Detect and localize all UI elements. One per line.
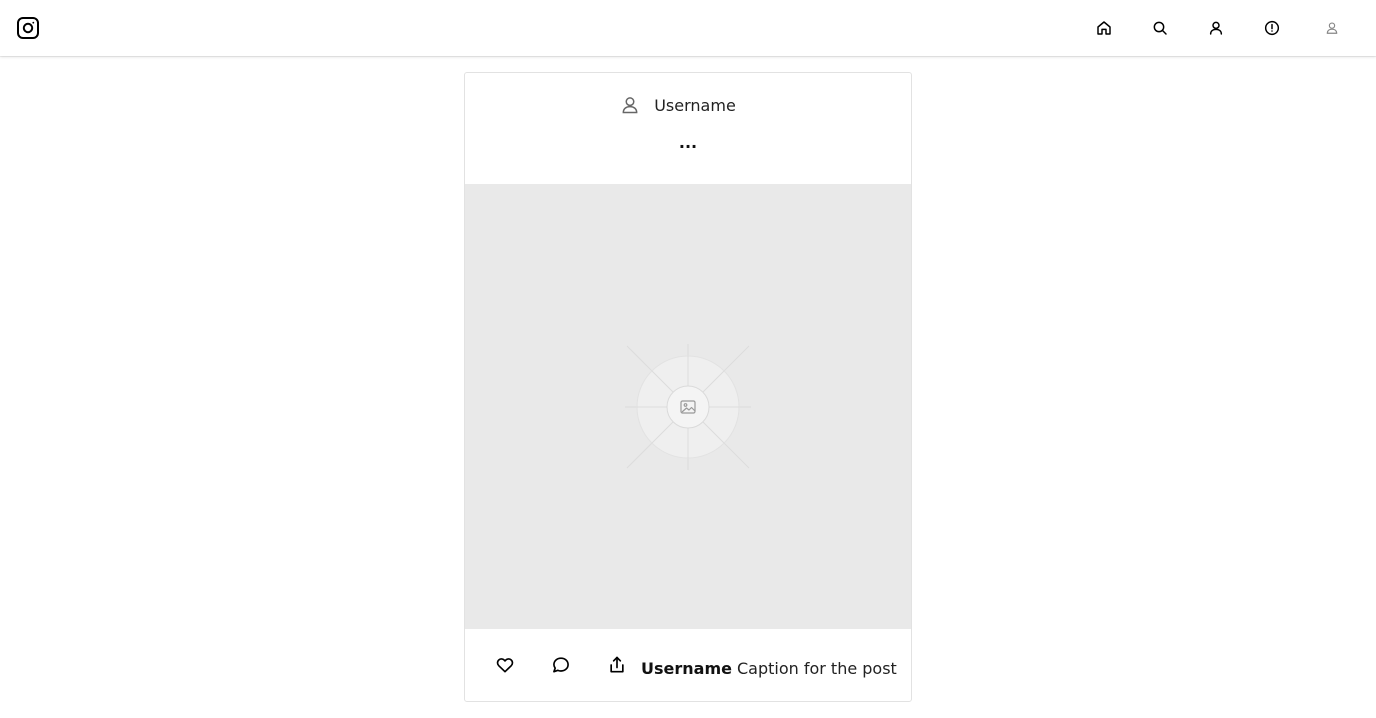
post-caption: Username Caption for the post (641, 659, 897, 678)
share-icon[interactable] (607, 655, 627, 675)
caption-username[interactable]: Username (641, 659, 732, 678)
user-icon[interactable] (1206, 18, 1226, 38)
home-icon[interactable] (1094, 18, 1114, 38)
top-navigation-bar (0, 0, 1376, 56)
post-card: Username ... Username Caption for the po… (464, 72, 912, 702)
post-image (465, 184, 911, 629)
avatar-icon[interactable] (1322, 18, 1342, 38)
image-placeholder-graphic (625, 344, 751, 470)
alert-circle-icon[interactable] (1262, 18, 1282, 38)
heart-icon[interactable] (495, 655, 515, 675)
instagram-logo-icon[interactable] (16, 16, 40, 40)
post-user-row[interactable]: Username (465, 95, 911, 115)
post-username[interactable]: Username (654, 96, 736, 115)
more-options-button[interactable]: ... (465, 135, 911, 151)
caption-text: Caption for the post (736, 659, 897, 678)
comment-icon[interactable] (551, 655, 571, 675)
user-icon (620, 95, 640, 115)
search-icon[interactable] (1150, 18, 1170, 38)
post-header: Username ... (465, 73, 911, 183)
post-actions-bar: Username Caption for the post (465, 629, 911, 701)
